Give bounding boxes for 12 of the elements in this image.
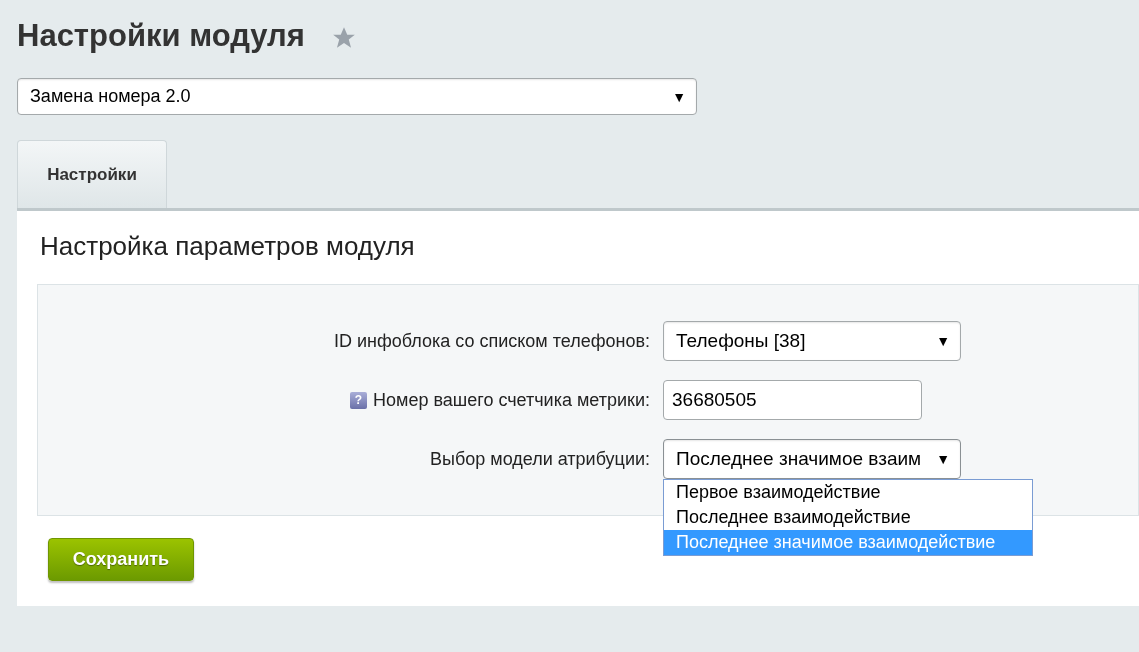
select-field[interactable]: Последнее значимое взаим ▼ <box>663 439 961 479</box>
field-label: Выбор модели атрибуции: <box>430 448 650 470</box>
input-field[interactable]: 36680505 <box>663 380 922 420</box>
settings-tab[interactable]: Настройки <box>17 140 167 208</box>
field-label: ID инфоблока со списком телефонов: <box>333 330 650 352</box>
section-title: Настройка параметров модуля <box>40 231 416 262</box>
dropdown-option[interactable]: Первое взаимодействие <box>664 480 1032 505</box>
module-select[interactable]: Замена номера 2.0 ▼ <box>17 78 697 115</box>
field-label: Номер вашего счетчика метрики: <box>373 389 650 411</box>
dropdown-option[interactable]: Последнее взаимодействие <box>664 505 1032 530</box>
select-field[interactable]: Телефоны [38] ▼ <box>663 321 961 361</box>
page-title: Настройки модуля <box>17 18 305 54</box>
